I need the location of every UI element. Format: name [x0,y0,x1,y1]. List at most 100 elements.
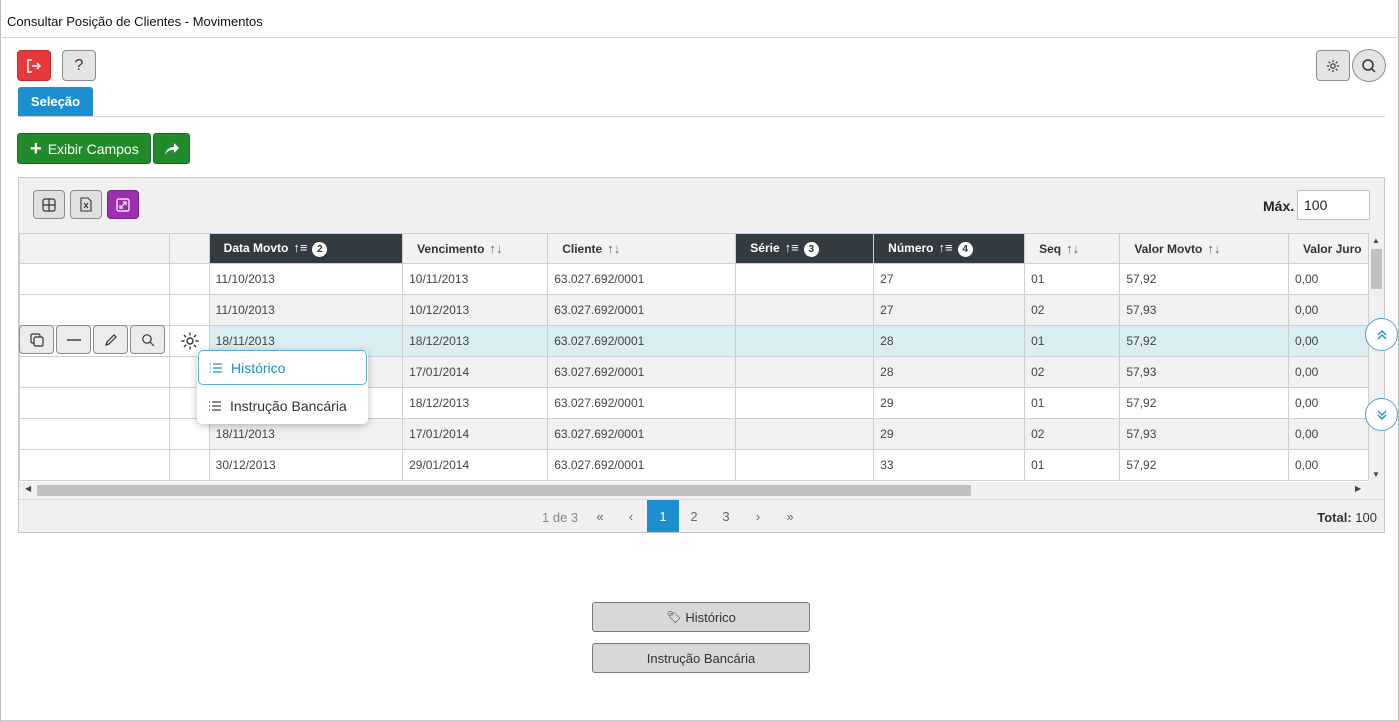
table-cell: 0,00 [1287,294,1369,326]
table-header-row: Data Movto ↑≡ 2 Vencimento ↑↓ Cliente ↑↓ Sér… [19,233,1369,264]
table-cell: 0,00 [1287,325,1369,357]
table-cell [735,294,875,326]
col-header-serie[interactable]: Série ↑≡ 3 [735,233,875,264]
table-cell: 57,92 [1119,263,1289,295]
row-gear-cell [169,449,210,481]
historico-button[interactable]: 🏷 Histórico [592,602,810,632]
scroll-down-arrow-icon[interactable]: ▼ [1372,470,1380,479]
table-cell: 02 [1024,356,1121,388]
expand-button[interactable] [107,190,139,219]
max-input[interactable] [1297,190,1370,220]
minus-icon [66,338,81,341]
table-cell: 0,00 [1287,449,1369,481]
sort-asc-icon: ↑≡ [784,240,799,255]
scroll-bottom-button[interactable] [1365,398,1398,431]
pencil-icon [104,333,117,346]
horizontal-scroll-thumb[interactable] [37,485,971,496]
col-header-seq[interactable]: Seq ↑↓ [1024,233,1121,264]
table-cell: 30/12/2013 [208,449,404,481]
table-cell: 17/01/2014 [402,356,549,388]
table-cell: 63.027.692/0001 [547,263,737,295]
horizontal-scrollbar[interactable]: ◀ ▶ [19,482,1369,497]
col-header-valor-movto[interactable]: Valor Movto ↑↓ [1119,233,1289,264]
exibir-campos-button[interactable]: + Exibir Campos [17,133,151,164]
table-cell: 01 [1024,263,1121,295]
col-header-numero[interactable]: Número ↑≡ 4 [873,233,1026,264]
table-row[interactable]: 30/12/2013 29/01/2014 63.027.692/0001 33 01 5… [19,449,1369,481]
table-cell: 29 [873,387,1026,419]
sort-asc-icon: ↑≡ [938,240,953,255]
table-cell: 02 [1024,294,1121,326]
sort-icon: ↑↓ [1066,241,1080,256]
vertical-scrollbar[interactable]: ▲ ▼ [1369,233,1384,482]
context-menu-item-historico[interactable]: Histórico [198,350,367,385]
prev-page-button[interactable]: ‹ [615,500,647,532]
table-row[interactable]: 11/10/2013 10/12/2013 63.027.692/0001 27 02 5… [19,294,1369,326]
double-chevron-up-icon [1377,329,1386,339]
page-button-2[interactable]: 2 [678,500,710,532]
next-page-button[interactable]: › [742,500,774,532]
view-row-button[interactable] [130,325,165,354]
table-cell: 11/10/2013 [208,263,404,295]
table-cell: 63.027.692/0001 [547,325,737,357]
scroll-left-arrow-icon[interactable]: ◀ [25,484,31,493]
scroll-up-arrow-icon[interactable]: ▲ [1372,236,1380,245]
col-header-valor-juro[interactable]: Valor Juro [1287,233,1369,264]
table-cell: 28 [873,325,1026,357]
table-cell: 57,92 [1119,449,1289,481]
row-actions-cell [19,294,171,326]
context-menu-item-instrucao-bancaria[interactable]: Instrução Bancária [198,388,367,423]
col-header-cliente[interactable]: Cliente ↑↓ [547,233,737,264]
grid-layout-button[interactable] [33,190,65,219]
row-actions-cell [19,449,171,481]
col-header-vencimento[interactable]: Vencimento ↑↓ [402,233,549,264]
table-cell: 01 [1024,387,1121,419]
search-icon [1362,58,1376,73]
col-header-data-movto[interactable]: Data Movto ↑≡ 2 [208,233,404,264]
page-button-3[interactable]: 3 [710,500,742,532]
table-cell: 63.027.692/0001 [547,418,737,450]
row-actions-cell [19,387,171,419]
table-cell [735,449,875,481]
edit-row-button[interactable] [93,325,128,354]
delete-row-button[interactable] [56,325,91,354]
table-cell: 57,93 [1119,418,1289,450]
vertical-scroll-thumb[interactable] [1371,249,1382,289]
exit-button[interactable] [17,50,51,81]
page-button-1[interactable]: 1 [647,500,679,532]
row-gear-cell [169,263,210,295]
copy-row-button[interactable] [19,325,54,354]
max-label: Máx. [1263,198,1295,214]
instrucao-bancaria-button[interactable]: Instrução Bancária [592,643,810,673]
table-cell: 18/12/2013 [402,387,549,419]
last-page-button[interactable]: » [774,500,806,532]
scroll-top-button[interactable] [1365,318,1398,351]
sort-order-badge: 4 [957,242,973,257]
gear-icon [181,332,199,350]
scroll-right-arrow-icon[interactable]: ▶ [1355,484,1361,493]
expand-icon [116,197,130,212]
table-cell: 01 [1024,325,1121,357]
table-cell: 0,00 [1287,263,1369,295]
grid-icon [42,197,56,212]
first-page-button[interactable]: « [584,500,616,532]
context-menu: Histórico Instrução Bancária [197,350,368,424]
table-cell: 02 [1024,418,1121,450]
table-cell: 01 [1024,449,1121,481]
share-arrow-icon [164,142,179,155]
table-cell: 57,93 [1119,356,1289,388]
search-button[interactable] [1352,49,1386,82]
settings-button[interactable] [1316,50,1350,81]
help-button[interactable]: ? [62,50,96,81]
list-icon [209,400,221,411]
row-action-buttons [19,325,165,354]
share-button[interactable] [153,133,190,164]
table-row[interactable]: 11/10/2013 10/11/2013 63.027.692/0001 27 01 5… [19,263,1369,295]
sort-asc-icon: ↑≡ [293,240,308,255]
table-cell [735,263,875,295]
exit-icon [27,58,42,73]
excel-export-button[interactable] [70,190,102,219]
table-cell: 29 [873,418,1026,450]
table-cell: 11/10/2013 [208,294,404,326]
tab-selecao[interactable]: Seleção [18,87,93,116]
